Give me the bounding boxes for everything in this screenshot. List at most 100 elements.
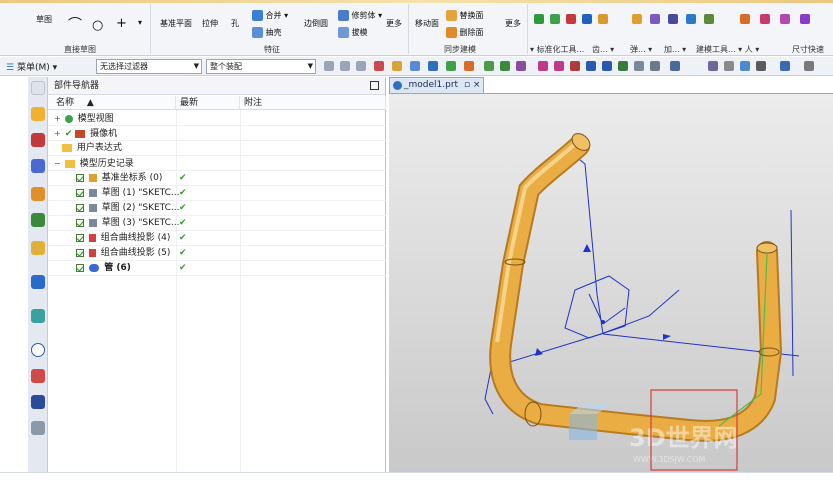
settings-gear-icon[interactable] xyxy=(31,81,45,95)
expand-icon[interactable]: + xyxy=(54,126,62,141)
model-file-tab[interactable]: _model1.prt ▫ × xyxy=(389,77,484,93)
gear-tool-icon[interactable] xyxy=(550,14,560,24)
modeling-tool-icon[interactable] xyxy=(650,14,660,24)
assembly-navigator-icon[interactable] xyxy=(31,133,45,147)
graphics-window[interactable]: 3D世界网 WWW.3DSJW.COM xyxy=(389,93,833,472)
extrude-button[interactable]: 拉伸 xyxy=(202,18,218,29)
select-edge-icon[interactable] xyxy=(428,61,438,71)
select-body-icon[interactable] xyxy=(410,61,420,71)
snap-face-icon[interactable] xyxy=(634,61,644,71)
snap-endpoint-icon[interactable] xyxy=(340,61,350,71)
process-studio-icon[interactable] xyxy=(31,309,45,323)
view-grid-icon[interactable] xyxy=(708,61,718,71)
column-latest-header[interactable]: 最新 xyxy=(176,96,240,110)
constraint-navigator-icon[interactable] xyxy=(31,159,45,173)
hole-button[interactable]: 孔 xyxy=(231,18,239,29)
web-browser-icon[interactable] xyxy=(31,213,45,227)
view-orient-icon[interactable] xyxy=(724,61,734,71)
edge-blend-button[interactable]: 边倒圆 xyxy=(304,18,328,29)
move-face-button[interactable]: 移动面 xyxy=(415,18,439,29)
select-feature-icon[interactable] xyxy=(374,61,384,71)
angle-dim-icon[interactable] xyxy=(780,14,790,24)
snap-tangent-icon[interactable] xyxy=(500,61,510,71)
tree-row-sketch-3[interactable]: 草图 (3) "SKETC... ✔ xyxy=(48,216,386,231)
sketch-point-tool[interactable]: + xyxy=(116,16,127,31)
snap-line-icon[interactable] xyxy=(484,61,494,71)
visibility-checkbox[interactable] xyxy=(76,233,84,242)
snap-arc-icon[interactable] xyxy=(516,61,526,71)
view-layer-icon[interactable] xyxy=(780,61,790,71)
delete-face-button[interactable]: 删除面 xyxy=(446,27,484,38)
tree-row-model-views[interactable]: + 模型视图 xyxy=(48,111,386,126)
standard-tool-icon[interactable] xyxy=(534,14,544,24)
system-material-icon[interactable] xyxy=(31,275,45,289)
dimension-tool-icon[interactable] xyxy=(740,14,750,24)
trim-body-button[interactable]: 修剪体 ▾ xyxy=(338,10,382,21)
sketch-more-arrow[interactable]: ▾ xyxy=(138,18,142,27)
analysis-tool-icon[interactable] xyxy=(632,14,642,24)
column-note-header[interactable]: 附注 xyxy=(240,96,386,110)
close-tab-icon[interactable]: ▫ × xyxy=(464,80,481,90)
view-shade-icon[interactable] xyxy=(740,61,750,71)
tree-row-cameras[interactable]: + ✔ 摄像机 xyxy=(48,126,386,141)
model-canvas[interactable]: 3D世界网 WWW.3DSJW.COM xyxy=(389,94,833,472)
select-component-icon[interactable] xyxy=(464,61,474,71)
maximize-icon[interactable] xyxy=(370,81,379,90)
reuse-library-icon[interactable] xyxy=(31,187,45,201)
measure-tool-icon[interactable] xyxy=(704,14,714,24)
visibility-checkbox[interactable] xyxy=(76,173,84,182)
snap-plus-icon[interactable] xyxy=(602,61,612,71)
snap-mid-icon[interactable] xyxy=(356,61,366,71)
tree-row-combined-projection-4[interactable]: 组合曲线投影 (4) ✔ xyxy=(48,231,386,246)
part-navigator-icon[interactable] xyxy=(31,107,45,121)
manufacturing-icon[interactable] xyxy=(31,395,45,409)
snap-quadrant-icon[interactable] xyxy=(554,61,564,71)
visibility-checkbox[interactable] xyxy=(76,248,84,257)
tree-row-sketch-2[interactable]: 草图 (2) "SKETC... ✔ xyxy=(48,201,386,216)
tree-row-model-history[interactable]: − 模型历史记录 xyxy=(48,156,386,171)
weld-tool-icon[interactable] xyxy=(582,14,592,24)
assembly-scope-dropdown[interactable]: 整个装配 ▼ xyxy=(206,59,316,74)
draft-button[interactable]: 拔模 xyxy=(338,27,368,38)
tube-body[interactable] xyxy=(489,130,783,442)
tree-row-datum-csys[interactable]: 基准坐标系 (0) ✔ xyxy=(48,171,386,186)
snap-slash-icon[interactable] xyxy=(618,61,628,71)
snap-intersection-icon[interactable] xyxy=(570,61,580,71)
column-name-header[interactable]: 名称 ▲ xyxy=(48,96,176,110)
replace-face-button[interactable]: 替换面 xyxy=(446,10,484,21)
cam-tool-icon[interactable] xyxy=(686,14,696,24)
more-features-button[interactable]: 更多 xyxy=(386,18,402,29)
spring-tool-icon[interactable] xyxy=(566,14,576,24)
select-face-icon[interactable] xyxy=(392,61,402,71)
shell-button[interactable]: 抽壳 xyxy=(252,27,282,38)
sketch-arc-tool[interactable]: ⌒ xyxy=(68,14,82,34)
visibility-checkbox[interactable] xyxy=(76,188,84,197)
snap-circle-icon[interactable] xyxy=(586,61,596,71)
collapse-icon[interactable]: − xyxy=(54,156,62,171)
view-wire-icon[interactable] xyxy=(756,61,766,71)
selection-filter-dropdown[interactable]: 无选择过滤器 ▼ xyxy=(96,59,202,74)
history-icon[interactable] xyxy=(31,241,45,255)
sketch-button[interactable]: 草图 xyxy=(36,14,52,25)
select-curve-icon[interactable] xyxy=(446,61,456,71)
more-sync-button[interactable]: 更多 xyxy=(505,18,521,29)
radius-dim-icon[interactable] xyxy=(800,14,810,24)
view-fit-icon[interactable] xyxy=(670,61,680,71)
tree-row-combined-projection-5[interactable]: 组合曲线投影 (5) ✔ xyxy=(48,246,386,261)
unite-button[interactable]: 合并 ▾ xyxy=(252,10,288,21)
mold-tool-icon[interactable] xyxy=(668,14,678,24)
view-more-icon[interactable] xyxy=(804,61,814,71)
snap-body-icon[interactable] xyxy=(650,61,660,71)
expand-icon[interactable]: + xyxy=(54,111,62,126)
quick-dim-icon[interactable] xyxy=(760,14,770,24)
visibility-checkbox[interactable] xyxy=(76,218,84,227)
menu-button[interactable]: ☰ 菜单(M) ▾ xyxy=(6,60,57,73)
tree-row-tube-6[interactable]: 管 (6) ✔ xyxy=(48,261,386,276)
tree-row-sketch-1[interactable]: 草图 (1) "SKETC... ✔ xyxy=(48,186,386,201)
visibility-checkbox[interactable] xyxy=(76,263,84,272)
snap-point-icon[interactable] xyxy=(324,61,334,71)
visibility-checkbox[interactable] xyxy=(76,203,84,212)
fastener-tool-icon[interactable] xyxy=(598,14,608,24)
clock-history-icon[interactable] xyxy=(31,343,45,357)
role-icon[interactable] xyxy=(31,369,45,383)
